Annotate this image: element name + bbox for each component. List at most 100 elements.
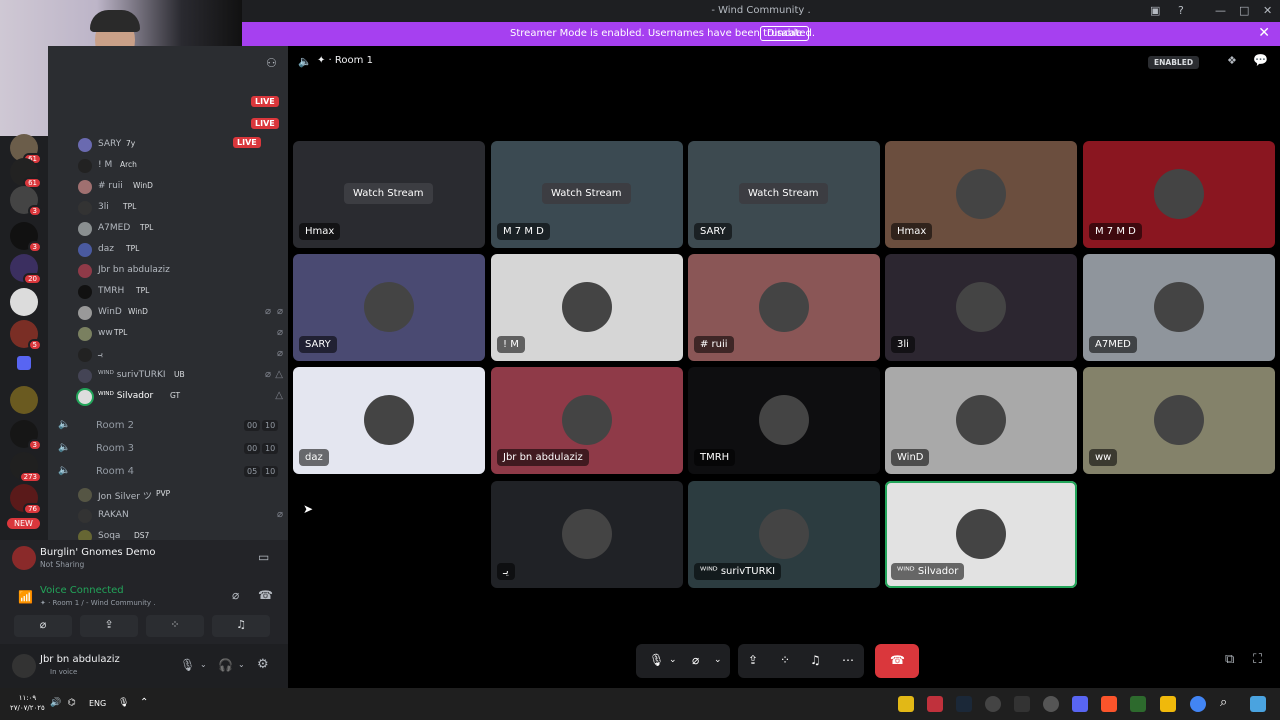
participant-tile[interactable]: SARY [293,254,485,361]
voice-user[interactable]: ww TPL ⌀ [78,324,283,344]
hangup-button[interactable]: ☎ [875,644,919,678]
participant-tile[interactable]: Jbr bn abdulaziz [491,367,683,474]
voice-user[interactable]: RAKAN ⌀ [78,506,283,526]
new-badge[interactable]: NEW [7,518,40,529]
voice-user[interactable]: daz TPL [78,240,283,260]
disable-button[interactable]: Disable [760,26,810,41]
screen-share-icon[interactable]: ⇪ [748,653,758,667]
search-icon[interactable]: ⌕ [1220,695,1227,710]
more-icon[interactable]: ⋯ [842,653,854,667]
participant-tile[interactable]: ᵂᴵᴺᴰ surivTURKI [688,481,880,588]
chrome-icon[interactable] [1190,696,1206,712]
watch-stream-button[interactable]: Watch Stream [344,183,433,204]
voice-user[interactable]: Soqa DS7 [78,527,283,540]
voice-user[interactable]: ! M Arch [78,156,283,176]
chevron-down-icon[interactable]: ⌄ [669,655,677,665]
clock[interactable]: ١١:٠٩ ٢٧/٠٧/٢٠٢٥ [10,693,45,713]
screen-share-icon[interactable]: ▭ [258,550,269,564]
windows-start-icon[interactable] [1250,696,1266,712]
server-icon[interactable]: 5 [10,320,42,351]
participant-tile[interactable]: ᵂᴵᴺᴰ Silvador [885,481,1077,588]
app-icon[interactable] [1043,696,1059,712]
participant-tile[interactable]: Watch Stream SARY [688,141,880,248]
voice-user[interactable]: SARY 7y ⌀ LIVE [78,135,283,155]
server-icon[interactable]: 20 [10,254,42,285]
voice-user[interactable]: WinD WinD ⌀ ⌀ [78,303,283,323]
participant-tile[interactable]: TMRH [688,367,880,474]
server-icon[interactable]: 61 [10,158,42,189]
camera-off-icon[interactable]: ⌀ [692,653,699,667]
participant-tile[interactable]: 3li [885,254,1077,361]
participant-tile[interactable]: # ruii [688,254,880,361]
inbox-icon[interactable]: ▣ [1150,4,1160,17]
microphone-icon[interactable]: 🎙 [118,698,129,708]
chevron-down-icon[interactable]: ⌄ [714,655,722,665]
app-icon[interactable] [898,696,914,712]
soundboard-icon[interactable]: ♫ [810,653,821,667]
camera-button[interactable]: ⌀ [14,615,72,637]
participant-tile[interactable]: يـ [491,481,683,588]
voice-user[interactable]: ᵂᴵᴺᴰ surivTURKI UB ⌀ △ [78,366,283,386]
microphone-icon[interactable]: 🎙 [180,658,195,672]
participant-tile[interactable]: M 7 M D [1083,141,1275,248]
steam-icon[interactable] [956,696,972,712]
close-window-button[interactable]: ✕ [1263,4,1272,17]
share-screen-button[interactable]: ⇪ [80,615,138,637]
voice-user[interactable]: يـ ⌀ [78,345,283,365]
chat-icon[interactable]: 💬 [1253,53,1268,67]
voice-user[interactable]: TMRH TPL [78,282,283,302]
server-icon[interactable]: 3 [10,222,42,253]
participant-tile[interactable]: A7MED [1083,254,1275,361]
voice-user[interactable]: # ruii WinD [78,177,283,197]
participant-tile[interactable]: daz [293,367,485,474]
help-icon[interactable]: ? [1178,4,1184,17]
voice-channel-room-2[interactable]: 🔈 Room 2 00 10 [58,417,280,437]
app-icon[interactable] [927,696,943,712]
add-user-icon[interactable]: ⚇ [266,56,277,70]
gear-icon[interactable]: ⚙ [257,657,269,672]
folder-icon[interactable] [1160,696,1176,712]
brave-icon[interactable] [1101,696,1117,712]
voice-user[interactable]: ᵂᴵᴺᴰ Silvador GT △ [78,387,283,407]
participant-tile[interactable]: Hmax [885,141,1077,248]
fullscreen-icon[interactable]: ⛶ [1253,652,1262,667]
soundboard-button[interactable]: ♫ [212,615,270,637]
app-icon[interactable] [1130,696,1146,712]
chevron-down-icon[interactable]: ⌄ [238,660,245,669]
voice-user[interactable]: 3li TPL [78,198,283,218]
network-icon[interactable]: ⌬ [68,698,76,708]
voice-user[interactable]: A7MED TPL [78,219,283,239]
watch-stream-button[interactable]: Watch Stream [542,183,631,204]
participant-tile[interactable]: ! M [491,254,683,361]
activities-icon[interactable]: ⁘ [780,653,790,667]
voice-location[interactable]: ✦ · Room 1 / - Wind Community . [40,599,156,607]
discord-icon[interactable] [1072,696,1088,712]
disconnect-icon[interactable]: ☎ [258,588,273,602]
streamer-enabled-badge[interactable]: ENABLED [1148,56,1200,69]
headphones-icon[interactable]: 🎧 [218,658,233,672]
voice-user[interactable]: Jbr bn abdulaziz [78,261,283,281]
voice-user[interactable]: Jon Silver ツ PVP [78,485,283,505]
language-indicator[interactable]: ENG [89,699,106,708]
avatar[interactable] [12,654,36,678]
server-icon[interactable]: 3 [10,420,42,451]
chevron-up-icon[interactable]: ⌃ [140,697,148,708]
volume-icon[interactable]: 🔊 [50,698,61,708]
app-icon[interactable] [985,696,1001,712]
activities-button[interactable]: ⁘ [146,615,204,637]
bookmark-icon[interactable]: ❖ [1227,54,1237,67]
server-icon[interactable]: 3 [10,186,42,217]
minimize-button[interactable]: — [1215,4,1226,17]
participant-tile[interactable]: WinD [885,367,1077,474]
app-icon[interactable] [1014,696,1030,712]
server-icon[interactable] [10,288,38,316]
banner-close-icon[interactable]: ✕ [1258,25,1270,41]
participant-tile[interactable]: Watch Stream M 7 M D [491,141,683,248]
voice-channel-room-4[interactable]: 🔈 Room 4 05 10 [58,463,280,483]
watch-stream-button[interactable]: Watch Stream [739,183,828,204]
folder-icon[interactable] [17,356,31,370]
server-icon[interactable] [10,386,38,414]
maximize-button[interactable]: □ [1239,4,1249,17]
noise-suppression-icon[interactable]: ⌀ [232,588,239,602]
participant-tile[interactable]: ww [1083,367,1275,474]
